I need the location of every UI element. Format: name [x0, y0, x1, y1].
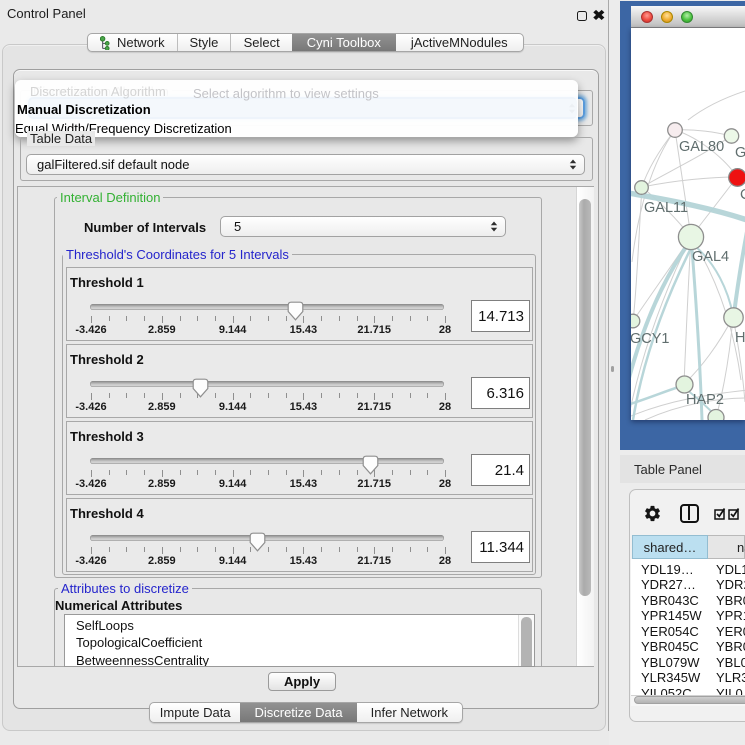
svg-text:GCY1: GCY1 [631, 331, 670, 347]
svg-text:GAL80: GAL80 [679, 139, 724, 155]
svg-text:HAP2: HAP2 [686, 392, 724, 408]
svg-text:HAP4: HAP4 [735, 330, 745, 346]
svg-text:GAL3: GAL3 [735, 145, 745, 161]
svg-text:CRH1: CRH1 [740, 187, 745, 203]
svg-text:GAL11: GAL11 [644, 200, 688, 216]
svg-text:GAL4: GAL4 [692, 249, 729, 265]
